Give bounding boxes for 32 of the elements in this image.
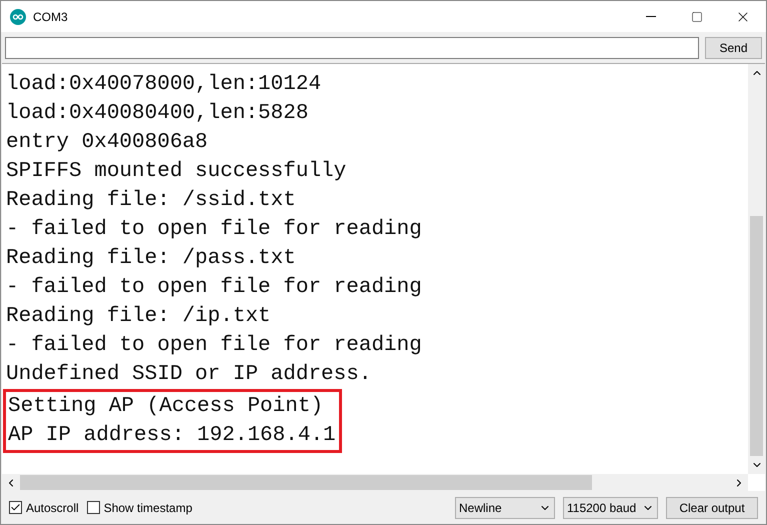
minimize-icon <box>646 16 656 17</box>
checkbox[interactable] <box>86 501 100 514</box>
output-line: load:0x40080400,len:5828 <box>6 101 308 127</box>
horizontal-scrollbar[interactable] <box>2 474 748 491</box>
checkbox-control[interactable]: Show timestamp <box>86 498 192 516</box>
checkbox-control[interactable]: Autoscroll <box>9 498 79 516</box>
send-button[interactable]: Send <box>705 36 762 58</box>
output-line: load:0x40078000,len:10124 <box>6 72 322 98</box>
vertical-scrollbar[interactable] <box>748 64 765 474</box>
output-line: - failed to open file for reading <box>6 217 422 243</box>
line-ending-value: Newline <box>459 500 502 516</box>
output-line: entry 0x400806a8 <box>6 130 208 156</box>
output-line: Undefined SSID or IP address. <box>6 362 372 388</box>
checkbox-label: Autoscroll <box>26 500 79 516</box>
output-line: Reading file: /ssid.txt <box>6 188 296 214</box>
output-line: Reading file: /pass.txt <box>6 246 296 272</box>
output-line: AP IP address: 192.168.4.1 <box>8 423 336 449</box>
output-line: Setting AP (Access Point) <box>8 394 324 420</box>
maximize-icon <box>691 10 703 22</box>
input-field[interactable] <box>5 36 699 58</box>
checkbox-label: Show timestamp <box>104 500 192 516</box>
output-line: - failed to open file for reading <box>6 333 422 359</box>
line-ending-dropdown[interactable]: Newline <box>455 496 555 518</box>
output-line: Reading file: /ip.txt <box>6 304 271 330</box>
output-line: SPIFFS mounted successfully <box>6 159 346 185</box>
output-line: - failed to open file for reading <box>6 275 422 301</box>
baud-rate-value: 115200 baud <box>567 500 636 516</box>
app-logo-icon <box>10 8 26 24</box>
checkbox[interactable] <box>9 501 22 514</box>
baud-rate-dropdown[interactable]: 115200 baud <box>563 496 658 518</box>
window-title: COM3 <box>33 8 68 26</box>
clear-output-button[interactable]: Clear output <box>666 496 758 518</box>
